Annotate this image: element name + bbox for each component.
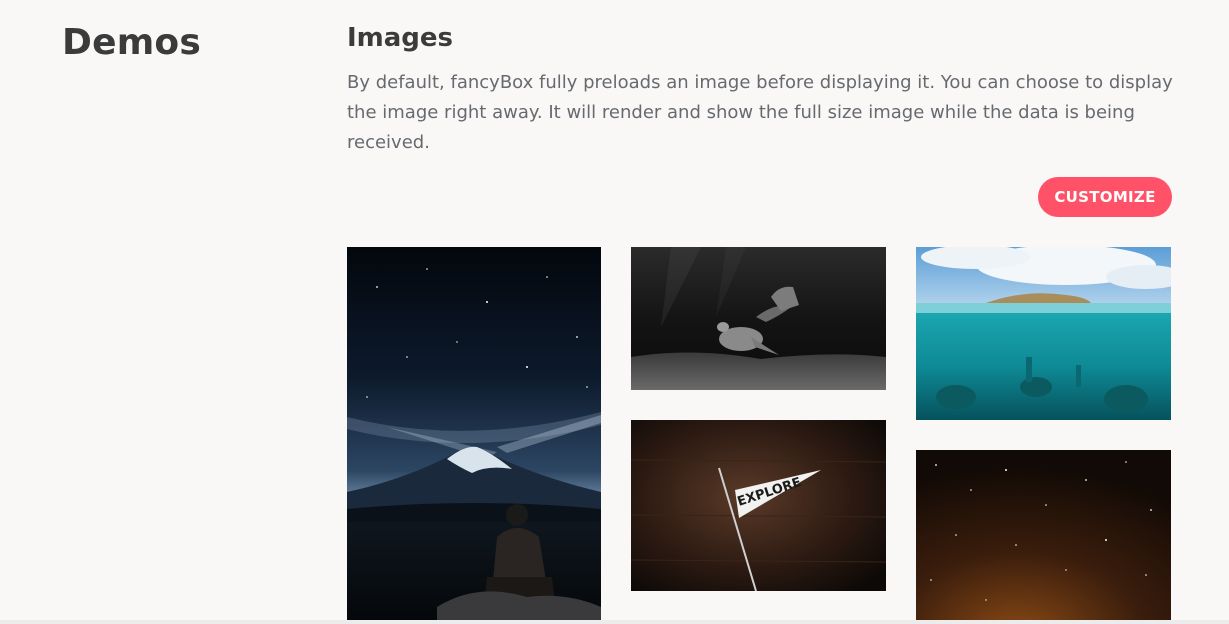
section-description: By default, fancyBox fully preloads an i…	[347, 72, 1173, 153]
gallery-image-mountain[interactable]	[347, 247, 601, 620]
gallery-image-turtle[interactable]	[631, 247, 886, 390]
gallery-image-ocean[interactable]	[916, 247, 1171, 420]
gallery-image-stars[interactable]	[916, 450, 1171, 620]
demo-page: Demos Images By default, fancyBox fully …	[0, 0, 1229, 624]
underwater-turtle-image	[631, 247, 886, 390]
sidebar-title: Demos	[62, 22, 201, 63]
customize-button[interactable]: CUSTOMIZE	[1038, 177, 1172, 217]
mountain-night-image	[347, 247, 601, 620]
starry-sky-image	[916, 450, 1171, 620]
explore-pennant-image: EXPLORE	[631, 420, 886, 591]
bottom-divider	[0, 620, 1229, 624]
ocean-island-image	[916, 247, 1171, 420]
section-title: Images	[347, 23, 454, 53]
gallery-image-explore[interactable]: EXPLORE	[631, 420, 886, 591]
